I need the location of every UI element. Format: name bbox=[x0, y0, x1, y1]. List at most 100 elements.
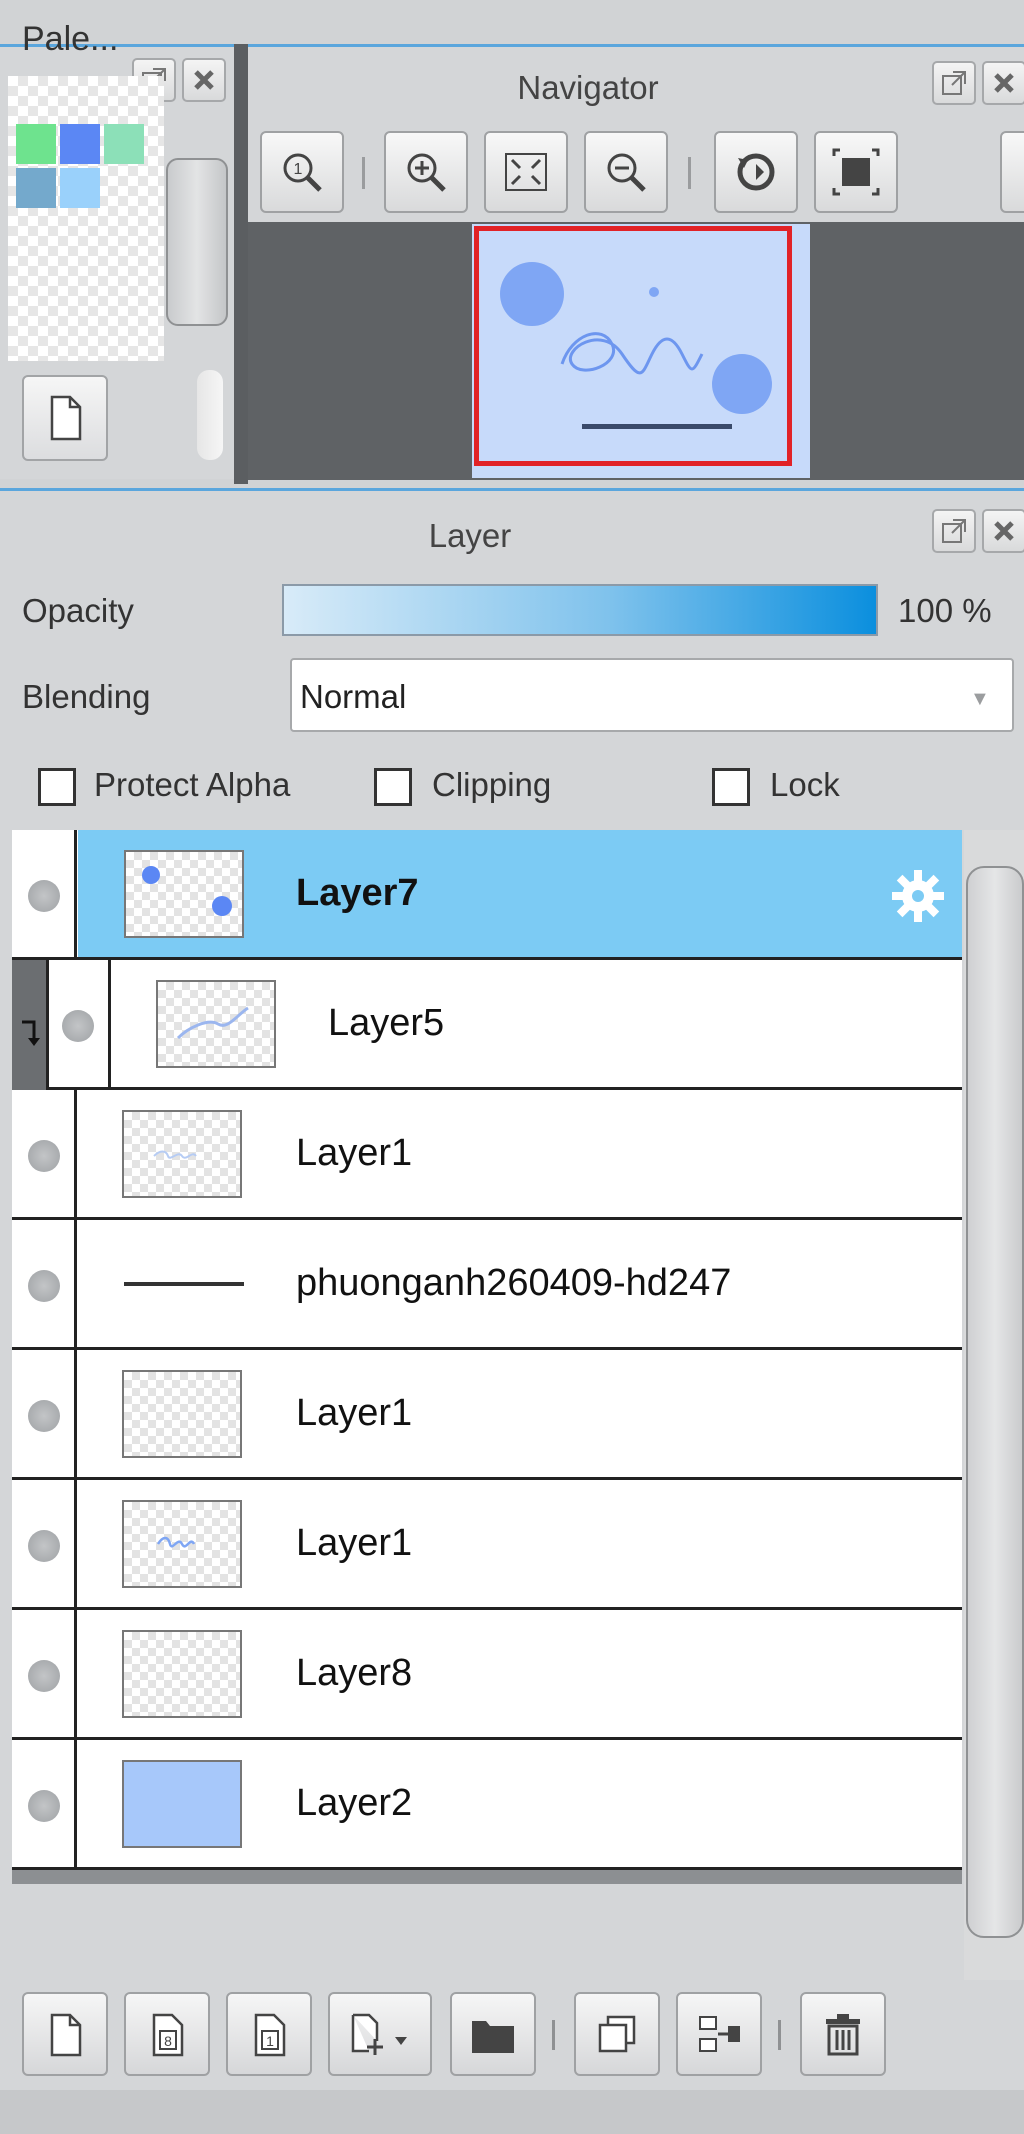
layer-popout-icon[interactable] bbox=[932, 509, 976, 553]
layer-name: Layer8 bbox=[296, 1652, 413, 1694]
new-8bit-layer-button[interactable]: 8 bbox=[124, 1992, 210, 2076]
layer-name: Layer7 bbox=[296, 872, 419, 914]
swatch[interactable] bbox=[60, 124, 100, 164]
zoom-out-button[interactable] bbox=[584, 131, 668, 213]
row-divider bbox=[74, 830, 77, 957]
layer-close-icon[interactable] bbox=[982, 509, 1024, 553]
new-1bit-layer-button[interactable]: 1 bbox=[226, 1992, 312, 2076]
blending-label: Blending bbox=[22, 678, 151, 715]
clipping-checkbox[interactable] bbox=[374, 768, 412, 806]
clipping-arrow-icon bbox=[22, 1020, 40, 1046]
fullscreen-button[interactable] bbox=[814, 131, 898, 213]
clipping-label: Clipping bbox=[432, 766, 552, 803]
navigator-close-icon[interactable] bbox=[982, 61, 1024, 105]
rotate-reset-icon bbox=[737, 153, 775, 191]
layer-thumbnail bbox=[122, 1500, 242, 1588]
svg-text:1: 1 bbox=[294, 161, 303, 178]
protect-alpha-checkbox[interactable] bbox=[38, 768, 76, 806]
fit-screen-button[interactable] bbox=[484, 131, 568, 213]
gear-icon[interactable] bbox=[888, 866, 948, 931]
layer-thumbnail bbox=[122, 1110, 242, 1198]
layer-thumbnail bbox=[122, 1370, 242, 1458]
add-layer-dropdown-icon bbox=[351, 2013, 407, 2055]
status-strip bbox=[0, 2090, 1024, 2134]
layer-row[interactable]: Layer7 bbox=[12, 830, 962, 960]
svg-text:1: 1 bbox=[266, 2033, 274, 2049]
layer-name: phuonganh260409-hd247 bbox=[296, 1262, 732, 1304]
blending-select[interactable]: Normal bbox=[290, 658, 1014, 732]
swatch[interactable] bbox=[16, 124, 56, 164]
visibility-toggle-icon[interactable] bbox=[28, 1660, 60, 1692]
lock-label: Lock bbox=[770, 766, 840, 803]
visibility-toggle-icon[interactable] bbox=[28, 1400, 60, 1432]
visibility-toggle-icon[interactable] bbox=[28, 880, 60, 912]
delete-layer-button[interactable] bbox=[800, 1992, 886, 2076]
separator bbox=[552, 2020, 555, 2050]
folder-icon bbox=[472, 2021, 514, 2053]
visibility-toggle-icon[interactable] bbox=[28, 1790, 60, 1822]
navigator-panel: Navigator 1 bbox=[248, 44, 1024, 224]
row-divider bbox=[74, 1220, 77, 1347]
visibility-toggle-icon[interactable] bbox=[28, 1530, 60, 1562]
row-divider bbox=[108, 960, 111, 1087]
new-folder-button[interactable] bbox=[450, 1992, 536, 2076]
new-layer-icon bbox=[50, 2013, 82, 2057]
visibility-toggle-icon[interactable] bbox=[62, 1010, 94, 1042]
panel-divider[interactable] bbox=[234, 44, 248, 484]
palette-swatch-area[interactable] bbox=[8, 76, 164, 361]
layer-row[interactable]: Layer2 bbox=[12, 1740, 962, 1870]
layer-scrollbar-thumb[interactable] bbox=[966, 866, 1024, 1938]
layer-row[interactable]: Layer1 bbox=[12, 1090, 962, 1220]
zoom-reset-button[interactable]: 1 bbox=[260, 131, 344, 213]
blending-value: Normal bbox=[300, 678, 407, 715]
duplicate-layer-icon bbox=[598, 2015, 636, 2053]
layer-row[interactable]: Layer1 bbox=[12, 1350, 962, 1480]
chevron-down-icon: ▼ bbox=[970, 688, 990, 710]
add-layer-dropdown-button[interactable] bbox=[328, 1992, 432, 2076]
layer-thumbnail bbox=[122, 1630, 242, 1718]
navigator-popout-icon[interactable] bbox=[932, 61, 976, 105]
layer-name: Layer2 bbox=[296, 1782, 413, 1824]
duplicate-layer-button[interactable] bbox=[574, 1992, 660, 2076]
palette-close-icon[interactable] bbox=[182, 58, 226, 102]
visibility-toggle-icon[interactable] bbox=[28, 1270, 60, 1302]
navigator-more-button[interactable] bbox=[1000, 131, 1024, 213]
visibility-toggle-icon[interactable] bbox=[28, 1140, 60, 1172]
layer-panel-title: Layer bbox=[428, 517, 512, 554]
separator bbox=[778, 2020, 781, 2050]
new-8bit-layer-icon: 8 bbox=[152, 2013, 184, 2057]
zoom-in-button[interactable] bbox=[384, 131, 468, 213]
opacity-slider[interactable] bbox=[282, 584, 878, 636]
new-palette-button[interactable] bbox=[22, 375, 108, 461]
rotate-reset-button[interactable] bbox=[714, 131, 798, 213]
palette-scrollbar-lower[interactable] bbox=[197, 370, 223, 460]
row-divider bbox=[46, 960, 49, 1087]
merge-down-button[interactable] bbox=[676, 1992, 762, 2076]
zoom-in-icon bbox=[407, 153, 446, 192]
layer-thumbnail bbox=[122, 1760, 242, 1848]
row-divider bbox=[74, 1740, 77, 1867]
svg-text:8: 8 bbox=[164, 2033, 172, 2049]
separator bbox=[688, 157, 691, 189]
swatch[interactable] bbox=[104, 124, 144, 164]
opacity-value: 100 % bbox=[898, 592, 992, 629]
text-layer-icon bbox=[124, 1282, 244, 1286]
opacity-label: Opacity bbox=[22, 592, 134, 629]
layer-row[interactable]: Layer8 bbox=[12, 1610, 962, 1740]
layer-row[interactable]: phuonganh260409-hd247 bbox=[12, 1220, 962, 1350]
layer-name: Layer1 bbox=[296, 1132, 413, 1174]
layer-row[interactable]: Layer1 bbox=[12, 1480, 962, 1610]
navigator-viewport-frame[interactable] bbox=[474, 226, 792, 466]
layer-row[interactable]: Layer5 bbox=[12, 960, 962, 1090]
row-divider bbox=[74, 1350, 77, 1477]
protect-alpha-label: Protect Alpha bbox=[94, 766, 291, 803]
zoom-reset-icon: 1 bbox=[283, 153, 322, 192]
lock-checkbox[interactable] bbox=[712, 768, 750, 806]
zoom-out-icon bbox=[607, 153, 646, 192]
layer-list: Layer7 Layer5 Layer1 phuonganh260409-hd2… bbox=[12, 830, 962, 1884]
fullscreen-icon bbox=[832, 148, 880, 196]
palette-scrollbar[interactable] bbox=[166, 158, 228, 326]
swatch[interactable] bbox=[60, 168, 100, 208]
new-layer-button[interactable] bbox=[22, 1992, 108, 2076]
swatch[interactable] bbox=[16, 168, 56, 208]
